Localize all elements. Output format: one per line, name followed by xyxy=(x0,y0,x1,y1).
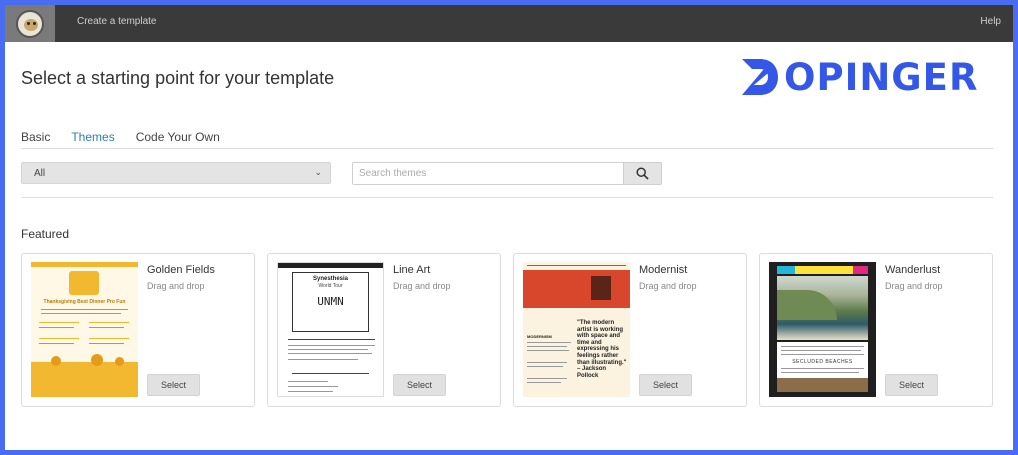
select-golden-fields-button[interactable]: Select xyxy=(147,374,200,396)
filter-divider xyxy=(21,197,993,198)
line-art-thumbnail: Synesthesia World Tour UNMN xyxy=(277,262,384,397)
card-subtitle: Drag and drop xyxy=(393,281,451,291)
select-modernist-button[interactable]: Select xyxy=(639,374,692,396)
search-icon xyxy=(636,167,649,180)
template-card-golden-fields[interactable]: Thanksgiving Best Dinner Pro Fun Golden … xyxy=(21,253,255,407)
search-input[interactable] xyxy=(353,163,623,184)
line-art-logo: UNMN xyxy=(317,295,344,308)
select-wanderlust-button[interactable]: Select xyxy=(885,374,938,396)
topbar-title: Create a template xyxy=(77,16,157,27)
chevron-down-icon: ⌄ xyxy=(314,167,322,177)
modernist-heading: MODERNISM xyxy=(527,334,552,339)
mailchimp-logo-icon xyxy=(16,9,44,38)
wanderlust-thumbnail: SECLUDED BEACHES xyxy=(769,262,876,397)
select-line-art-button[interactable]: Select xyxy=(393,374,446,396)
template-card-wanderlust[interactable]: SECLUDED BEACHES Wanderlust Drag and dro… xyxy=(759,253,993,407)
card-title: Wanderlust xyxy=(885,264,941,276)
modernist-thumbnail: MODERNISM "The modern artist is working … xyxy=(523,262,630,397)
card-subtitle: Drag and drop xyxy=(639,281,697,291)
tabs-divider xyxy=(21,148,993,149)
top-bar: Create a template Help xyxy=(5,5,1013,42)
featured-heading: Featured xyxy=(21,227,70,241)
card-subtitle: Drag and drop xyxy=(147,281,205,291)
theme-search xyxy=(352,162,662,185)
card-title: Golden Fields xyxy=(147,264,215,276)
card-title: Modernist xyxy=(639,264,688,276)
card-subtitle: Drag and drop xyxy=(885,281,943,291)
line-art-subheading: World Tour xyxy=(318,283,343,289)
wanderlust-heading: SECLUDED BEACHES xyxy=(792,359,853,365)
home-logo[interactable] xyxy=(5,5,55,42)
help-link[interactable]: Help xyxy=(980,16,1001,27)
card-title: Line Art xyxy=(393,264,431,276)
golden-fields-heading: Thanksgiving Best Dinner Pro Fun xyxy=(43,299,126,305)
category-select[interactable]: All ⌄ xyxy=(21,162,331,184)
page-title: Select a starting point for your templat… xyxy=(21,68,335,88)
brand-text: OPINGER xyxy=(784,55,979,99)
template-tabs: Basic Themes Code Your Own xyxy=(21,130,241,144)
tab-basic[interactable]: Basic xyxy=(21,130,50,144)
category-select-value: All xyxy=(34,168,46,179)
golden-fields-thumbnail: Thanksgiving Best Dinner Pro Fun xyxy=(31,262,138,397)
search-button[interactable] xyxy=(623,163,661,184)
line-art-heading: Synesthesia xyxy=(312,276,349,282)
modernist-quote: "The modern artist is working with space… xyxy=(577,320,627,379)
template-card-line-art[interactable]: Synesthesia World Tour UNMN Line Art Dra… xyxy=(267,253,501,407)
dopinger-logo-icon xyxy=(742,59,778,95)
template-card-modernist[interactable]: MODERNISM "The modern artist is working … xyxy=(513,253,747,407)
brand-watermark: OPINGER xyxy=(738,52,978,102)
tab-themes[interactable]: Themes xyxy=(71,130,114,144)
tab-code-your-own[interactable]: Code Your Own xyxy=(136,130,220,144)
app-window: Create a template Help Select a starting… xyxy=(5,5,1013,450)
